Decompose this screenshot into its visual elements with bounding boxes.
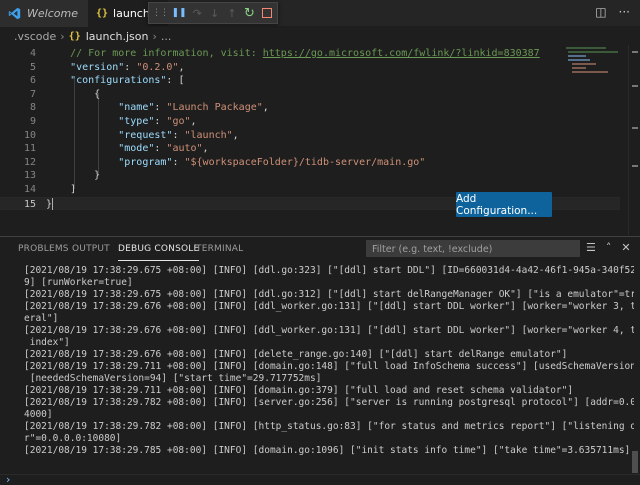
chevron-up-icon[interactable]: ˄: [606, 241, 612, 254]
tab-output[interactable]: OUTPUT: [72, 237, 110, 261]
console-prompt-icon: ›: [6, 473, 11, 485]
code-line-11: 11 "mode": "auto",: [23, 143, 209, 155]
log-line: [2021/08/19 17:38:29.676 +08:00] [INFO] …: [24, 349, 568, 360]
debug-console-output[interactable]: [2021/08/19 17:38:29.675 +08:00] [INFO] …: [0, 261, 640, 474]
log-line: [neededSchemaVersion=94] ["start time"=2…: [24, 373, 322, 384]
text-cursor: [52, 197, 54, 210]
code-line-7: 7 {: [29, 88, 101, 100]
more-actions-icon[interactable]: ···: [619, 5, 630, 19]
minimap[interactable]: [566, 45, 626, 105]
panel-actions: ☰ ˄ ✕: [586, 241, 631, 254]
log-line: [2021/08/19 17:38:29.675 +08:00] [INFO] …: [24, 289, 634, 300]
breadcrumb-chevron-icon: ›: [152, 29, 157, 43]
tab-welcome[interactable]: Welcome: [0, 0, 88, 27]
tab-terminal[interactable]: TERMINAL: [196, 237, 243, 261]
tab-welcome-label: Welcome: [27, 7, 78, 20]
tab-problems[interactable]: PROBLEMS: [18, 237, 69, 261]
close-panel-icon[interactable]: ✕: [621, 241, 630, 254]
log-line: [2021/08/19 17:38:29.785 +08:00] [INFO] …: [24, 445, 631, 456]
log-line: [2021/08/19 17:38:29.675 +08:00] [INFO] …: [24, 265, 634, 276]
log-line: [2021/08/19 17:38:29.782 +08:00] [INFO] …: [24, 397, 634, 408]
vscode-logo-icon: [8, 7, 21, 20]
split-editor-icon[interactable]: ◫: [595, 5, 606, 19]
bottom-panel: PROBLEMS OUTPUT DEBUG CONSOLE TERMINAL F…: [0, 236, 640, 485]
code-line-5: 5 "version": "0.2.0",: [29, 61, 185, 73]
restart-icon[interactable]: ↻: [243, 6, 255, 21]
code-line-13: 13 }: [23, 170, 101, 182]
breadcrumb-chevron-icon: ›: [60, 29, 65, 43]
tab-actions: ◫ ···: [595, 5, 630, 19]
log-line: r"=0.0.0.0:10080]: [24, 433, 122, 444]
stop-button[interactable]: [261, 6, 273, 20]
log-line: eral"]: [24, 313, 59, 324]
code-line-6: 6 "configurations": [: [29, 75, 185, 87]
console-input[interactable]: ›: [0, 473, 640, 485]
json-file-icon: {}: [68, 30, 81, 42]
editor-scrollbar[interactable]: [628, 45, 640, 235]
log-line: index"]: [24, 337, 70, 348]
tab-debug-console[interactable]: DEBUG CONSOLE: [118, 237, 200, 261]
log-line: [2021/08/19 17:38:29.711 +08:00] [INFO] …: [24, 385, 574, 396]
log-line: 4000]: [24, 409, 53, 420]
panel-tab-bar: PROBLEMS OUTPUT DEBUG CONSOLE TERMINAL F…: [0, 237, 640, 261]
stop-icon: [261, 8, 272, 18]
pause-icon[interactable]: ❚❚: [171, 6, 186, 20]
log-line: [2021/08/19 17:38:29.676 +08:00] [INFO] …: [24, 301, 634, 312]
docs-link[interactable]: https://go.microsoft.com/fwlink/?linkid=…: [263, 48, 540, 59]
console-filter-input[interactable]: Filter (e.g. text, !exclude): [366, 240, 580, 257]
step-out-icon[interactable]: ↑: [226, 6, 238, 20]
code-line-8: 8 "name": "Launch Package",: [29, 102, 269, 114]
editor-tab-bar: Welcome {} launch.json ⋮⋮ ❚❚ ↷ ↓ ↑ ↻ ◫ ·…: [0, 0, 640, 27]
json-file-icon: {}: [96, 8, 109, 19]
log-line: [2021/08/19 17:38:29.676 +08:00] [INFO] …: [24, 325, 634, 336]
breadcrumb-more[interactable]: ...: [161, 30, 172, 43]
log-line: [2021/08/19 17:38:29.782 +08:00] [INFO] …: [24, 421, 634, 432]
add-configuration-button[interactable]: Add Configuration...: [456, 192, 552, 217]
drag-grip-icon[interactable]: ⋮⋮: [152, 6, 169, 20]
breadcrumb: .vscode › {} launch.json › ...: [0, 27, 640, 45]
console-scroll-thumb[interactable]: [632, 451, 638, 473]
code-line-12: 12 "program": "${workspaceFolder}/tidb-s…: [23, 156, 426, 168]
breadcrumb-folder[interactable]: .vscode: [14, 30, 56, 43]
code-line-9: 9 "type": "go",: [29, 116, 197, 127]
breadcrumb-file[interactable]: launch.json: [86, 30, 149, 43]
step-over-icon[interactable]: ↷: [191, 6, 203, 20]
step-into-icon[interactable]: ↓: [208, 6, 220, 20]
code-line-10: 10 "request": "launch",: [23, 129, 239, 141]
console-scrollbar[interactable]: [630, 261, 640, 474]
log-line: 9] [runWorker=true]: [24, 277, 133, 288]
log-line: [2021/08/19 17:38:29.711 +08:00] [INFO] …: [24, 361, 634, 372]
debug-toolbar: ⋮⋮ ❚❚ ↷ ↓ ↑ ↻: [148, 2, 278, 24]
code-line-4: 4 // For more information, visit: https:…: [29, 48, 540, 59]
clear-console-icon[interactable]: ☰: [586, 241, 596, 254]
